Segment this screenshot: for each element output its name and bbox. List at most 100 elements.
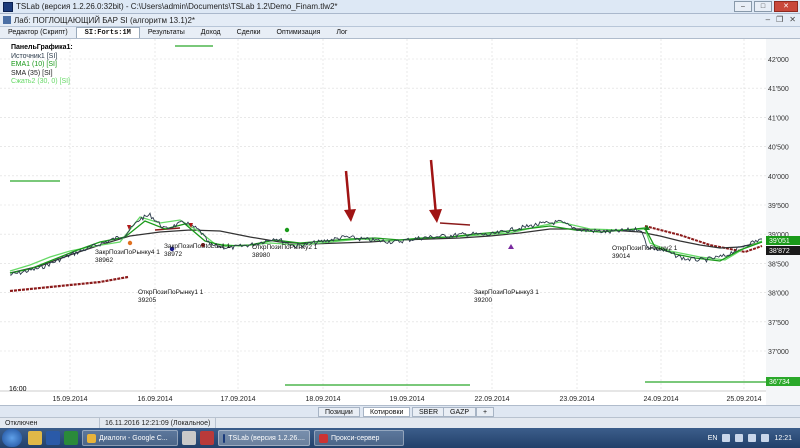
tslab-icon <box>223 433 226 443</box>
x-tick-label: 15.09.2014 <box>52 396 87 403</box>
tab-results[interactable]: Результаты <box>140 27 193 38</box>
x-tick-label: 16.09.2014 <box>137 396 172 403</box>
lab-icon <box>3 16 11 24</box>
entry-marker <box>284 227 290 233</box>
price-chart[interactable]: 42'000 41'500 41'000 40'500 40'000 39'500 39'0… <box>0 39 800 405</box>
trade-annotation: ОткрПозиПоРынку2 1 39014 <box>612 245 677 261</box>
document-title: Лаб: ПОГЛОЩАЮЩИЙ БАР SI (алгоритм 13.1)2… <box>14 15 196 25</box>
tray-icon[interactable] <box>722 434 731 442</box>
app-icon[interactable] <box>182 431 196 445</box>
doc-minimize-button[interactable]: – <box>766 15 770 24</box>
price-badge-label: 38'872 <box>769 248 790 255</box>
lab-tabs: Редактор (Скрипт) SI:Forts:1M Результаты… <box>0 27 800 39</box>
price-badge-label: 36'734 <box>769 379 790 386</box>
chrome-icon <box>87 433 96 443</box>
excel-icon[interactable] <box>64 431 78 445</box>
volume-icon[interactable] <box>761 434 770 442</box>
x-tick-label: 22.09.2014 <box>474 396 509 403</box>
language-indicator[interactable]: EN <box>708 435 718 442</box>
tab-sber[interactable]: SBER <box>412 407 446 417</box>
clock: 12:21 <box>774 434 792 442</box>
y-tick-label: 42'000 <box>768 57 789 64</box>
task-label: Диалоги - Google C... <box>99 434 168 442</box>
x-tick-label: 17.09.2014 <box>220 396 255 403</box>
document-titlebar: Лаб: ПОГЛОЩАЮЩИЙ БАР SI (алгоритм 13.1)2… <box>0 14 800 27</box>
window-controls: – □ ✕ <box>734 1 798 12</box>
time-label: 16:00 <box>9 386 27 393</box>
connection-status: Отключен <box>0 417 100 429</box>
x-tick-label: 25.09.2014 <box>726 396 761 403</box>
app-title: TSLab (версия 1.2.26.0:32bit) - C:\Users… <box>16 2 338 11</box>
system-tray: EN 12:21 <box>708 428 800 448</box>
y-tick-label: 40'500 <box>768 145 789 152</box>
tray-icon[interactable] <box>735 434 744 442</box>
status-bar: Отключен 16.11.2016 12:21:09 (Локальное) <box>0 417 800 429</box>
price-badge-label: 39'051 <box>769 238 790 245</box>
add-tab-button[interactable]: + <box>476 407 495 417</box>
x-tick-label: 19.09.2014 <box>389 396 424 403</box>
start-button[interactable] <box>2 429 22 447</box>
trade-annotation: ЗакрПозиПоРынку4 1 38962 <box>95 249 160 265</box>
annotation-label: ЗакрПозиПоРынку3 1 <box>474 289 539 296</box>
doc-close-button[interactable]: ✕ <box>789 15 796 24</box>
annotation-price: 38962 <box>95 257 114 264</box>
tab-script-editor[interactable]: Редактор (Скрипт) <box>0 27 76 38</box>
y-tick-label: 38'000 <box>768 291 789 298</box>
tab-log[interactable]: Лог <box>328 27 355 38</box>
annotation-price: 39200 <box>474 297 493 304</box>
taskbar-task-chrome[interactable]: Диалоги - Google C... <box>82 430 178 446</box>
annotation-price: 38980 <box>252 252 271 259</box>
annotation-price: 39014 <box>612 253 631 260</box>
annotation-price: 38972 <box>164 251 183 258</box>
minimize-button[interactable]: – <box>734 1 752 12</box>
y-tick-label: 37'000 <box>768 349 789 356</box>
x-tick-label: 18.09.2014 <box>305 396 340 403</box>
tab-trades[interactable]: Сделки <box>229 27 269 38</box>
y-tick-label: 38'500 <box>768 261 789 268</box>
tab-optimization[interactable]: Оптимизация <box>269 27 329 38</box>
task-label: Прокси-сервер <box>331 434 380 442</box>
annotation-label: ЗакрПозиПоStoLos1 1 <box>164 243 231 250</box>
maximize-button[interactable]: □ <box>754 1 772 12</box>
network-icon[interactable] <box>748 434 757 442</box>
status-datetime: 16.11.2016 12:21:09 (Локальное) <box>100 417 217 429</box>
trade-annotation: ОткрПозиПоРынку1 1 39205 <box>138 289 203 305</box>
x-tick-label: 23.09.2014 <box>559 396 594 403</box>
legend-item-sma[interactable]: SMA (35) [SI] <box>11 70 73 79</box>
entry-marker <box>127 240 133 246</box>
y-tick-label: 40'000 <box>768 174 789 181</box>
trade-annotation: ЗакрПозиПоРынку3 1 39200 <box>474 289 539 305</box>
doc-restore-button[interactable]: ❐ <box>776 15 783 24</box>
annotation-label: ОткрПозиПоРынку1 1 <box>138 289 204 296</box>
annotation-price: 39205 <box>138 297 157 304</box>
close-button[interactable]: ✕ <box>774 1 798 12</box>
document-controls: – ❐ ✕ <box>766 15 796 24</box>
y-tick-label: 39'500 <box>768 203 789 210</box>
tab-income[interactable]: Доход <box>193 27 229 38</box>
word-icon[interactable] <box>46 431 60 445</box>
tab-gazp[interactable]: GAZP <box>443 407 477 417</box>
annotation-label: ЗакрПозиПоРынку4 1 <box>95 249 160 256</box>
taskbar-task-proxy[interactable]: Прокси-сервер <box>314 430 404 446</box>
legend-item-ema[interactable]: EMA1 (10) [SI] <box>11 61 73 70</box>
task-label: TSLab (версия 1.2.26.... <box>228 434 305 442</box>
legend-item-source[interactable]: Источник1 [SI] <box>11 53 73 62</box>
explorer-icon[interactable] <box>28 431 42 445</box>
windows-taskbar: Диалоги - Google C... TSLab (версия 1.2.… <box>0 428 800 448</box>
chart-legend: ПанельГрафика1: Источник1 [SI] EMA1 (10)… <box>11 44 73 87</box>
chart-svg[interactable]: 42'000 41'500 41'000 40'500 40'000 39'500 39'0… <box>0 39 800 405</box>
bottom-tabs: Позиции Котировки SBER GAZP + <box>0 405 800 417</box>
annotation-label: ОткрПозиПоРынку2 1 <box>252 244 318 251</box>
legend-item-compressed[interactable]: Сжать2 (30, 0) [SI] <box>11 78 73 87</box>
trade-annotation: ОткрПозиПоРынку2 1 38980 <box>252 244 317 260</box>
annotation-label: ОткрПозиПоРынку2 1 <box>612 245 678 252</box>
app-icon[interactable] <box>200 431 214 445</box>
tab-quotes[interactable]: Котировки <box>363 407 411 417</box>
taskbar-task-tslab[interactable]: TSLab (версия 1.2.26.... <box>218 430 310 446</box>
tab-positions[interactable]: Позиции <box>318 407 360 417</box>
y-tick-label: 37'500 <box>768 320 789 327</box>
tab-chart[interactable]: SI:Forts:1M <box>75 27 140 38</box>
x-tick-label: 24.09.2014 <box>643 396 678 403</box>
y-tick-label: 41'500 <box>768 86 789 93</box>
legend-title: ПанельГрафика1: <box>11 44 73 51</box>
